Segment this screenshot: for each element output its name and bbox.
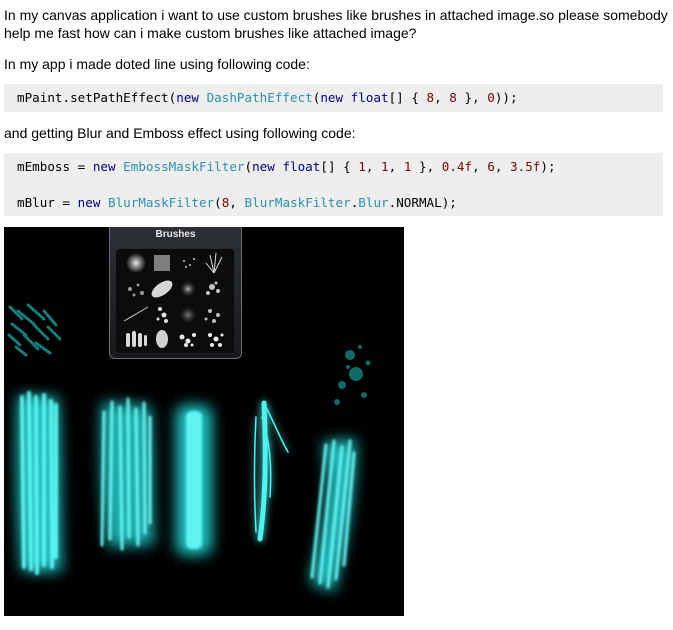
brush-option-dots[interactable] (156, 307, 169, 323)
brush-option-bristle[interactable] (126, 331, 147, 347)
brushes-panel-title: Brushes (155, 229, 196, 240)
brush-stroke-2 (100, 397, 154, 551)
code-line: mPaint.setPathEffect(new DashPathEffect(… (17, 90, 518, 105)
brush-option-splatter[interactable] (206, 281, 220, 296)
brush-option-flowers[interactable] (179, 333, 197, 347)
brush-option-line[interactable] (123, 306, 149, 322)
brush-option-grass[interactable] (205, 252, 223, 274)
question-paragraph-1: In my canvas application i want to use c… (4, 7, 668, 41)
brush-option-stars[interactable] (204, 309, 221, 323)
attached-brush-image: Brushes (4, 227, 404, 616)
question-paragraph-2: In my app i made doted line using follow… (4, 56, 310, 72)
code-block-dash: mPaint.setPathEffect(new DashPathEffect(… (4, 84, 663, 112)
code-block-filters: mEmboss = new EmbossMaskFilter(new float… (4, 153, 663, 216)
brush-stroke-1 (16, 391, 62, 575)
question-paragraph-3: and getting Blur and Emboss effect using… (4, 125, 356, 141)
brush-option-soft-round[interactable] (126, 253, 146, 273)
code-line: mEmboss = new EmbossMaskFilter(new float… (17, 159, 556, 174)
brush-option-blur-dark[interactable] (178, 305, 198, 325)
brushes-panel: Brushes (109, 227, 242, 359)
brush-option-scatter[interactable] (128, 283, 144, 297)
brush-stroke-3 (176, 405, 212, 555)
code-line: mBlur = new BlurMaskFilter(8, BlurMaskFi… (17, 195, 457, 210)
brush-option-drop[interactable] (156, 330, 168, 348)
brush-option-confetti[interactable] (208, 333, 224, 347)
brush-option-soft-square[interactable] (154, 255, 170, 271)
brush-option-leaf[interactable] (149, 277, 176, 301)
brush-option-speckle[interactable] (183, 258, 195, 268)
brush-option-cloud[interactable] (179, 280, 197, 298)
brush-grid (116, 249, 234, 353)
